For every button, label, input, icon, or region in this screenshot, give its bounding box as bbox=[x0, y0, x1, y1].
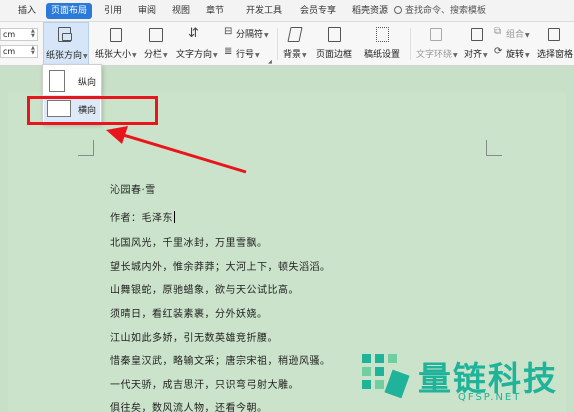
arrow-shaft bbox=[119, 132, 247, 174]
watermark: 量链科技 QFSP.NET bbox=[358, 348, 574, 412]
watermark-logo-icon bbox=[362, 354, 410, 399]
arrow-head bbox=[106, 126, 128, 144]
watermark-url: QFSP.NET bbox=[458, 392, 522, 403]
